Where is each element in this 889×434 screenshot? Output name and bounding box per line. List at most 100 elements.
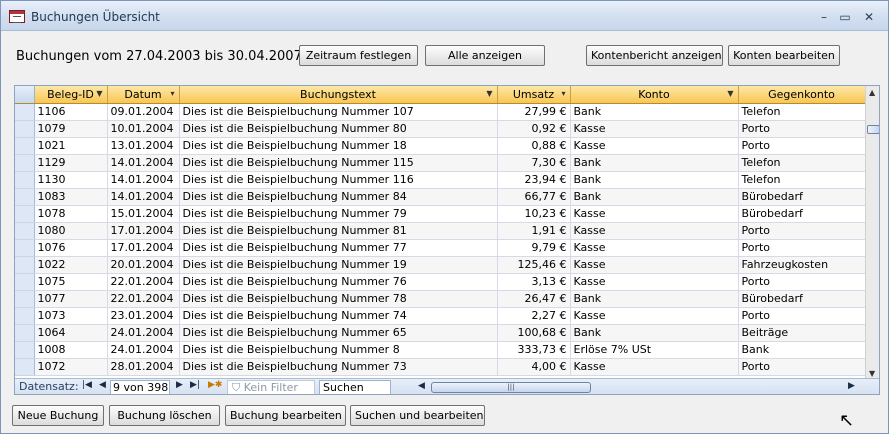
scroll-down-icon[interactable]: ▼ <box>869 369 875 378</box>
select-all-corner[interactable] <box>15 86 35 104</box>
table-cell[interactable]: Kasse <box>570 358 739 376</box>
table-row[interactable]: 1064 24.01.2004 Dies ist die Beispielbuchu… <box>15 324 866 342</box>
record-selector[interactable] <box>15 205 35 223</box>
scroll-right-icon[interactable]: ▶ <box>848 381 855 391</box>
edit-accounts-button[interactable]: Konten bearbeiten <box>728 45 840 66</box>
record-selector[interactable] <box>15 290 35 308</box>
table-row[interactable]: 1076 17.01.2004 Dies ist die Beispielbuchu… <box>15 239 866 257</box>
table-cell[interactable]: Erlöse 7% USt <box>570 341 739 359</box>
table-cell[interactable]: 1075 <box>34 273 108 291</box>
table-cell[interactable]: 1083 <box>34 188 108 206</box>
table-cell[interactable]: 27,99 € <box>497 103 571 121</box>
column-header-gegenkonto[interactable]: Gegenkonto <box>738 86 866 104</box>
column-header-datum[interactable]: Datum ▾ <box>107 86 180 104</box>
table-cell[interactable]: 100,68 € <box>497 324 571 342</box>
column-header-beleg-id[interactable]: Beleg-ID ▼ <box>34 86 108 104</box>
table-cell[interactable]: Kasse <box>570 120 739 138</box>
record-selector[interactable] <box>15 324 35 342</box>
table-cell[interactable]: 09.01.2004 <box>107 103 180 121</box>
table-cell[interactable]: Dies ist die Beispielbuchung Nummer 8 <box>179 341 498 359</box>
table-cell[interactable]: 23.01.2004 <box>107 307 180 325</box>
edit-booking-button[interactable]: Buchung bearbeiten <box>225 405 346 426</box>
new-booking-button[interactable]: Neue Buchung <box>12 405 104 426</box>
table-cell[interactable]: Kasse <box>570 137 739 155</box>
table-cell[interactable]: Porto <box>738 358 866 376</box>
table-cell[interactable]: Beiträge <box>738 324 866 342</box>
table-row[interactable]: 1021 13.01.2004 Dies ist die Beispielbuchu… <box>15 137 866 155</box>
table-cell[interactable]: 1078 <box>34 205 108 223</box>
table-cell[interactable]: Telefon <box>738 171 866 189</box>
table-cell[interactable]: 1079 <box>34 120 108 138</box>
table-cell[interactable]: Kasse <box>570 256 739 274</box>
table-cell[interactable]: Kasse <box>570 307 739 325</box>
table-cell[interactable]: 125,46 € <box>497 256 571 274</box>
scroll-left-icon[interactable]: ◀ <box>418 381 425 391</box>
table-cell[interactable]: Porto <box>738 222 866 240</box>
table-cell[interactable]: Dies ist die Beispielbuchung Nummer 77 <box>179 239 498 257</box>
table-cell[interactable]: 23,94 € <box>497 171 571 189</box>
table-cell[interactable]: 1106 <box>34 103 108 121</box>
table-cell[interactable]: Kasse <box>570 239 739 257</box>
table-cell[interactable]: Bank <box>570 324 739 342</box>
vertical-scrollbar[interactable]: ▲ ▼ <box>865 86 879 378</box>
table-cell[interactable]: Dies ist die Beispielbuchung Nummer 65 <box>179 324 498 342</box>
table-cell[interactable]: Dies ist die Beispielbuchung Nummer 78 <box>179 290 498 308</box>
dropdown-arrow-icon[interactable]: ▼ <box>96 89 102 98</box>
horizontal-scroll-thumb[interactable]: ||| <box>431 382 591 393</box>
table-row[interactable]: 1073 23.01.2004 Dies ist die Beispielbuchu… <box>15 307 866 325</box>
table-cell[interactable]: 0,88 € <box>497 137 571 155</box>
table-cell[interactable]: 14.01.2004 <box>107 171 180 189</box>
show-all-button[interactable]: Alle anzeigen <box>425 45 545 66</box>
table-cell[interactable]: 14.01.2004 <box>107 154 180 172</box>
next-record-icon[interactable]: ▶ <box>176 380 183 390</box>
table-cell[interactable]: 0,92 € <box>497 120 571 138</box>
table-cell[interactable]: 17.01.2004 <box>107 239 180 257</box>
table-row[interactable]: 1075 22.01.2004 Dies ist die Beispielbuchu… <box>15 273 866 291</box>
table-cell[interactable]: 17.01.2004 <box>107 222 180 240</box>
table-cell[interactable]: Dies ist die Beispielbuchung Nummer 107 <box>179 103 498 121</box>
table-cell[interactable]: 14.01.2004 <box>107 188 180 206</box>
table-row[interactable]: 1130 14.01.2004 Dies ist die Beispielbuchu… <box>15 171 866 189</box>
table-cell[interactable]: Dies ist die Beispielbuchung Nummer 84 <box>179 188 498 206</box>
table-cell[interactable]: Bürobedarf <box>738 188 866 206</box>
table-cell[interactable]: Porto <box>738 137 866 155</box>
table-cell[interactable]: 3,13 € <box>497 273 571 291</box>
table-cell[interactable]: Bank <box>570 188 739 206</box>
table-cell[interactable]: Dies ist die Beispielbuchung Nummer 79 <box>179 205 498 223</box>
table-cell[interactable]: Porto <box>738 273 866 291</box>
table-cell[interactable]: 13.01.2004 <box>107 137 180 155</box>
table-row[interactable]: 1008 24.01.2004 Dies ist die Beispielbuchu… <box>15 341 866 359</box>
table-cell[interactable]: 1077 <box>34 290 108 308</box>
table-cell[interactable]: 7,30 € <box>497 154 571 172</box>
table-row[interactable]: 1022 20.01.2004 Dies ist die Beispielbuchu… <box>15 256 866 274</box>
first-record-icon[interactable]: |◀ <box>82 380 92 390</box>
column-header-konto[interactable]: Konto ▼ <box>570 86 739 104</box>
table-cell[interactable]: Porto <box>738 239 866 257</box>
table-cell[interactable]: 24.01.2004 <box>107 324 180 342</box>
table-cell[interactable]: Bank <box>570 154 739 172</box>
table-cell[interactable]: 1129 <box>34 154 108 172</box>
previous-record-icon[interactable]: ◀ <box>99 380 106 390</box>
record-selector[interactable] <box>15 188 35 206</box>
record-selector[interactable] <box>15 154 35 172</box>
table-cell[interactable]: Dies ist die Beispielbuchung Nummer 19 <box>179 256 498 274</box>
table-cell[interactable]: Kasse <box>570 205 739 223</box>
sort-ascending-icon[interactable]: ▾ <box>170 89 174 98</box>
no-filter-button[interactable]: ⛉ Kein Filter <box>227 380 315 394</box>
table-row[interactable]: 1072 28.01.2004 Dies ist die Beispielbuchu… <box>15 358 866 376</box>
record-selector[interactable] <box>15 256 35 274</box>
table-row[interactable]: 1080 17.01.2004 Dies ist die Beispielbuchu… <box>15 222 866 240</box>
table-cell[interactable]: 1,91 € <box>497 222 571 240</box>
column-header-umsatz[interactable]: Umsatz ▾ <box>497 86 571 104</box>
record-selector[interactable] <box>15 222 35 240</box>
table-cell[interactable]: 15.01.2004 <box>107 205 180 223</box>
search-input[interactable]: Suchen <box>319 380 391 394</box>
table-cell[interactable]: Bank <box>570 103 739 121</box>
table-cell[interactable]: Dies ist die Beispielbuchung Nummer 81 <box>179 222 498 240</box>
record-selector[interactable] <box>15 120 35 138</box>
table-cell[interactable]: 1008 <box>34 341 108 359</box>
table-cell[interactable]: Dies ist die Beispielbuchung Nummer 18 <box>179 137 498 155</box>
close-button[interactable]: ✕ <box>858 8 880 26</box>
table-row[interactable]: 1129 14.01.2004 Dies ist die Beispielbuchu… <box>15 154 866 172</box>
table-cell[interactable]: Bank <box>738 341 866 359</box>
